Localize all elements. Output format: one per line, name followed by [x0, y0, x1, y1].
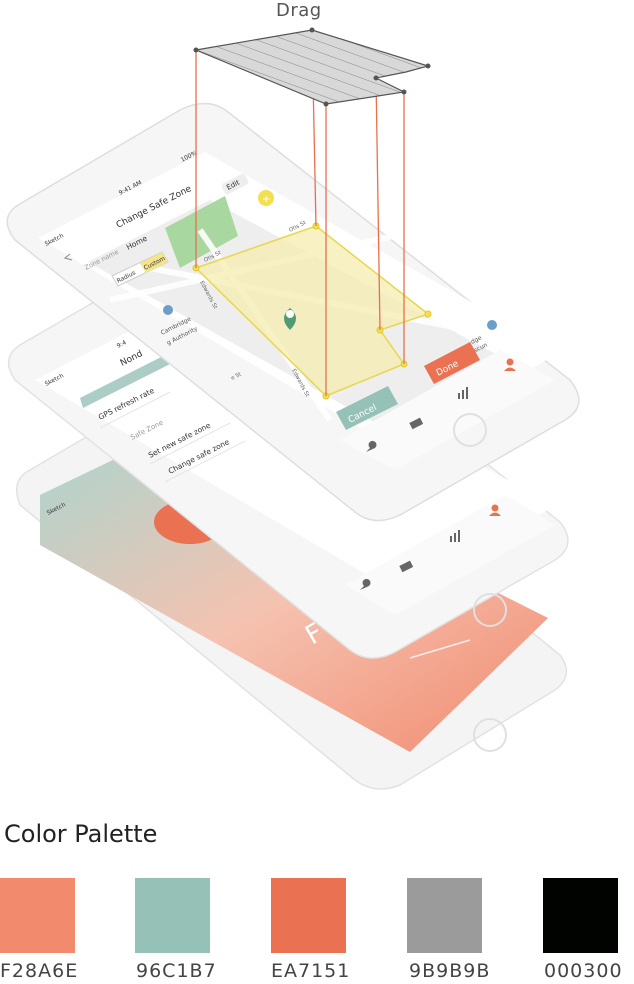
swatch-label: 96C1B7	[136, 960, 217, 982]
swatch-gray	[407, 878, 482, 953]
swatch-label: 000300	[544, 960, 623, 982]
swatch-label: F28A6E	[0, 960, 79, 982]
poi-pin-icon[interactable]	[487, 320, 497, 330]
swatch-label: 9B9B9B	[409, 960, 491, 982]
profile-icon[interactable]	[506, 358, 514, 366]
phones-illustration: F Sketch Sketch 9:4 Nond GPS refresh rat…	[6, 27, 580, 790]
profile-icon[interactable]	[491, 504, 499, 512]
svg-text:+: +	[262, 194, 270, 205]
swatch-teal	[135, 878, 210, 953]
swatch-coral	[0, 878, 75, 953]
swatch-black	[543, 878, 618, 953]
swatch-label: EA7151	[271, 960, 351, 982]
poi-pin-icon[interactable]	[163, 305, 173, 315]
swatch-orange	[271, 878, 346, 953]
palette-title: Color Palette	[4, 820, 158, 848]
